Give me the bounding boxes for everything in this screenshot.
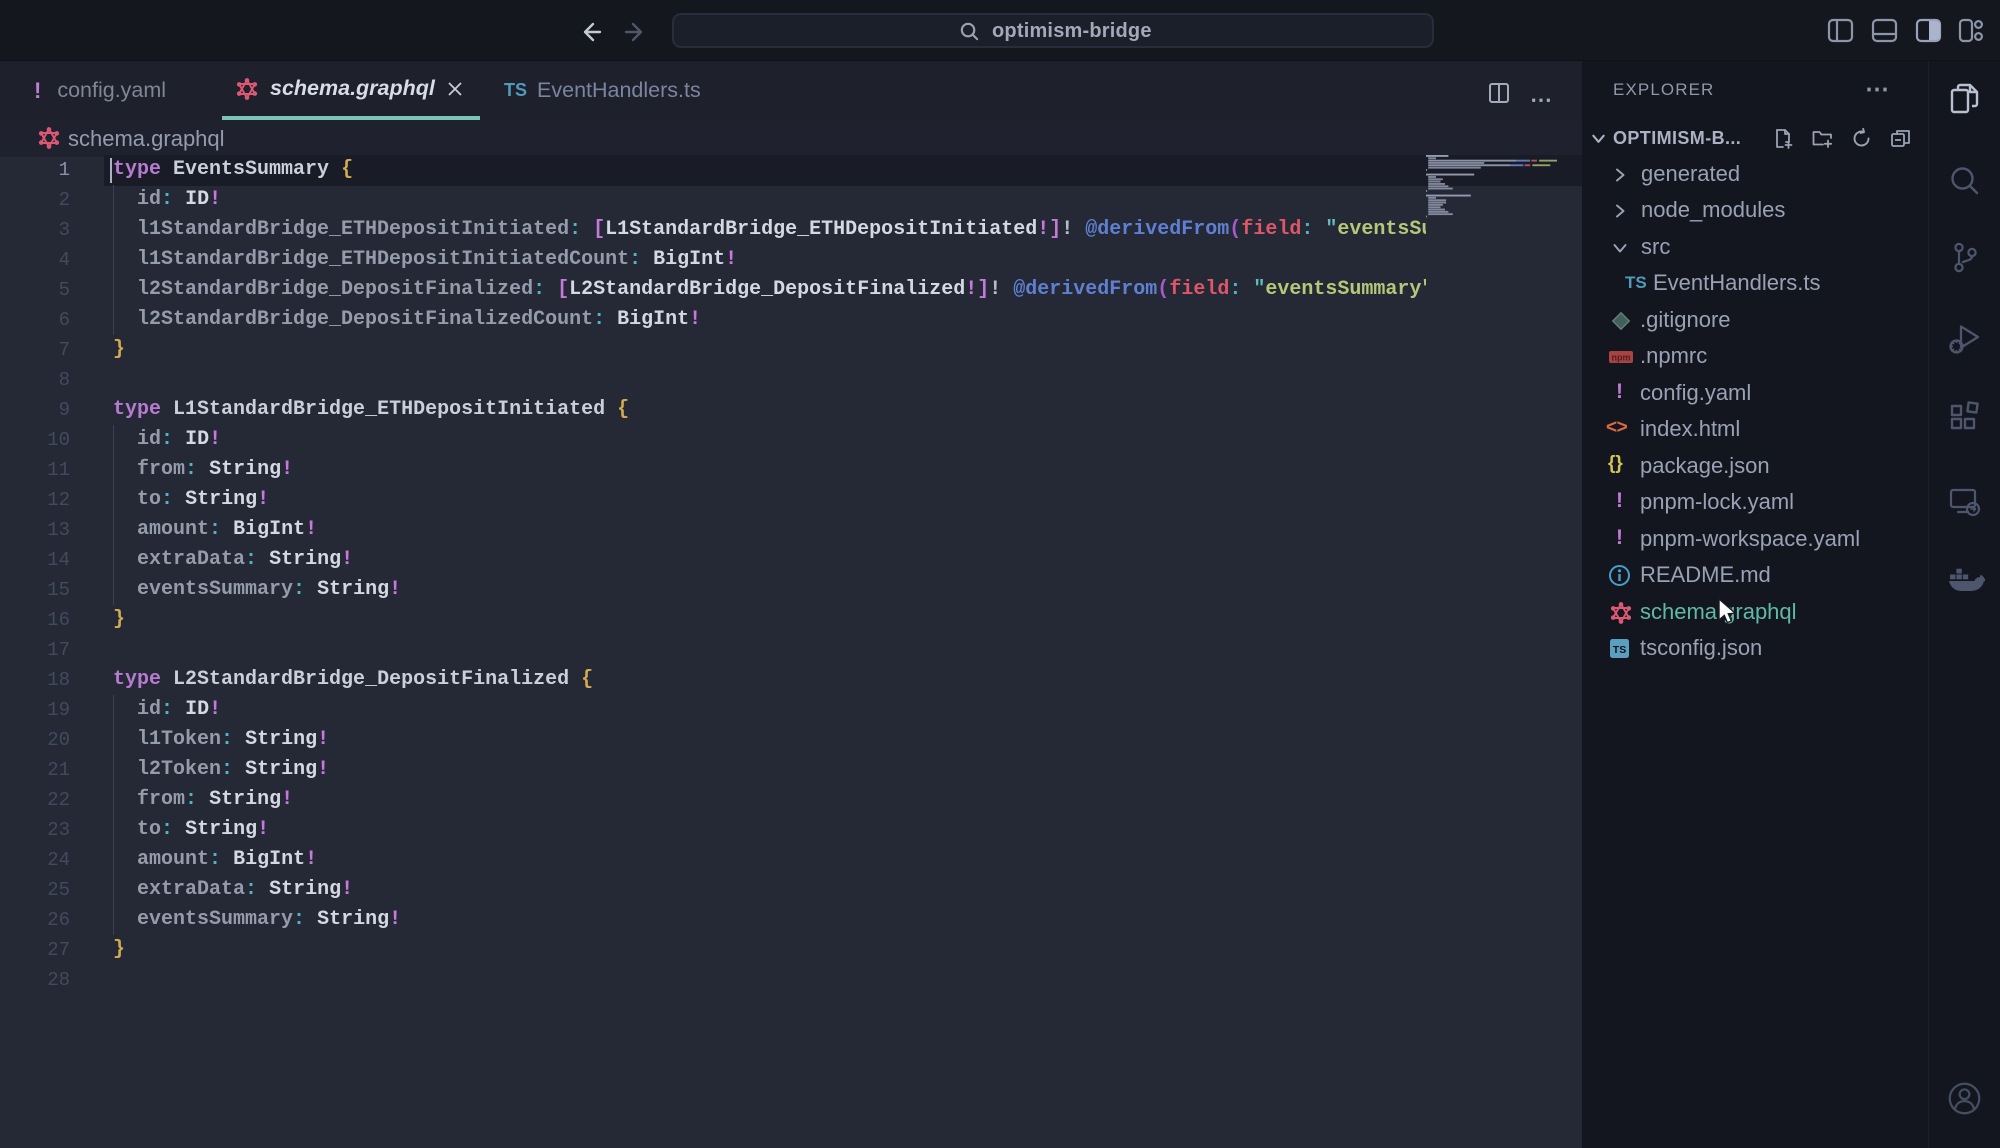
svg-text:npm: npm	[1612, 353, 1631, 363]
svg-text:TS: TS	[1613, 644, 1626, 656]
